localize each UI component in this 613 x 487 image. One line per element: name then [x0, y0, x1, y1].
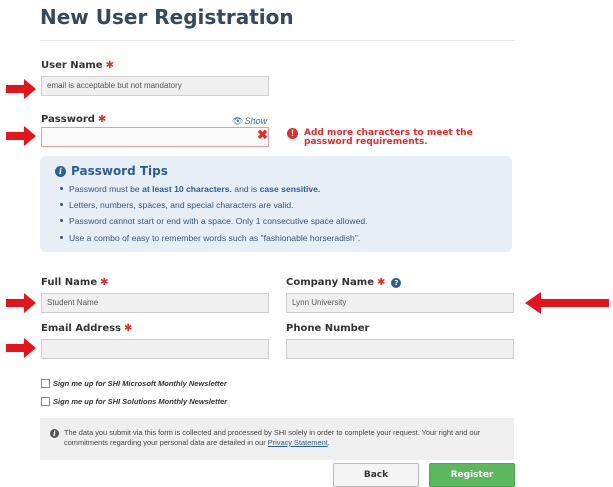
fullname-label: Full Name ✱: [41, 277, 109, 288]
red-arrow-icon: [6, 338, 36, 358]
info-icon: i: [55, 166, 66, 177]
back-button[interactable]: Back: [333, 463, 419, 487]
tip-item: Password cannot start or end with a spac…: [60, 216, 368, 226]
email-input[interactable]: [41, 339, 269, 359]
company-input[interactable]: Lynn University: [286, 293, 514, 313]
red-arrow-icon: [6, 126, 36, 146]
phone-input[interactable]: [286, 339, 514, 359]
username-input[interactable]: email is acceptable but not mandatory: [41, 76, 269, 96]
password-tips-title: i Password Tips: [55, 164, 168, 178]
solutions-newsletter-label: Sign me up for SHI Solutions Monthly New…: [53, 397, 228, 406]
company-label: Company Name ✱?: [286, 277, 402, 288]
email-label: Email Address ✱: [41, 323, 133, 334]
password-label: Password ✱: [41, 114, 107, 125]
eye-icon: 👁: [232, 116, 244, 126]
page-title: New User Registration: [40, 5, 294, 29]
microsoft-newsletter-label: Sign me up for SHI Microsoft Monthly New…: [53, 379, 227, 388]
privacy-text: The data you submit via this form is col…: [64, 428, 481, 447]
register-button[interactable]: Register: [429, 463, 515, 487]
password-error-message: Add more characters to meet the password…: [304, 128, 473, 147]
close-icon[interactable]: ✖: [257, 128, 269, 142]
phone-label: Phone Number: [286, 323, 370, 334]
red-arrow-icon: [6, 293, 36, 313]
red-arrow-icon: [525, 292, 609, 314]
show-password-toggle[interactable]: 👁Show: [232, 116, 267, 127]
username-label: User Name ✱: [41, 60, 114, 71]
tip-item: Use a combo of easy to remember words su…: [60, 233, 360, 243]
red-arrow-icon: [6, 79, 36, 99]
tip-item: Password must be at least 10 characters.…: [60, 184, 320, 194]
exclamation-icon: !: [287, 128, 298, 139]
title-divider: [40, 40, 515, 41]
tip-item: Letters, numbers, spaces, and special ch…: [60, 200, 294, 210]
password-input[interactable]: [41, 127, 269, 147]
microsoft-newsletter-checkbox[interactable]: [41, 379, 50, 388]
fullname-input[interactable]: Student Name: [41, 293, 269, 313]
question-icon[interactable]: ?: [391, 278, 402, 288]
info-icon: i: [50, 429, 59, 438]
privacy-statement-link[interactable]: Privacy Statement: [268, 438, 328, 447]
solutions-newsletter-checkbox[interactable]: [41, 397, 50, 406]
